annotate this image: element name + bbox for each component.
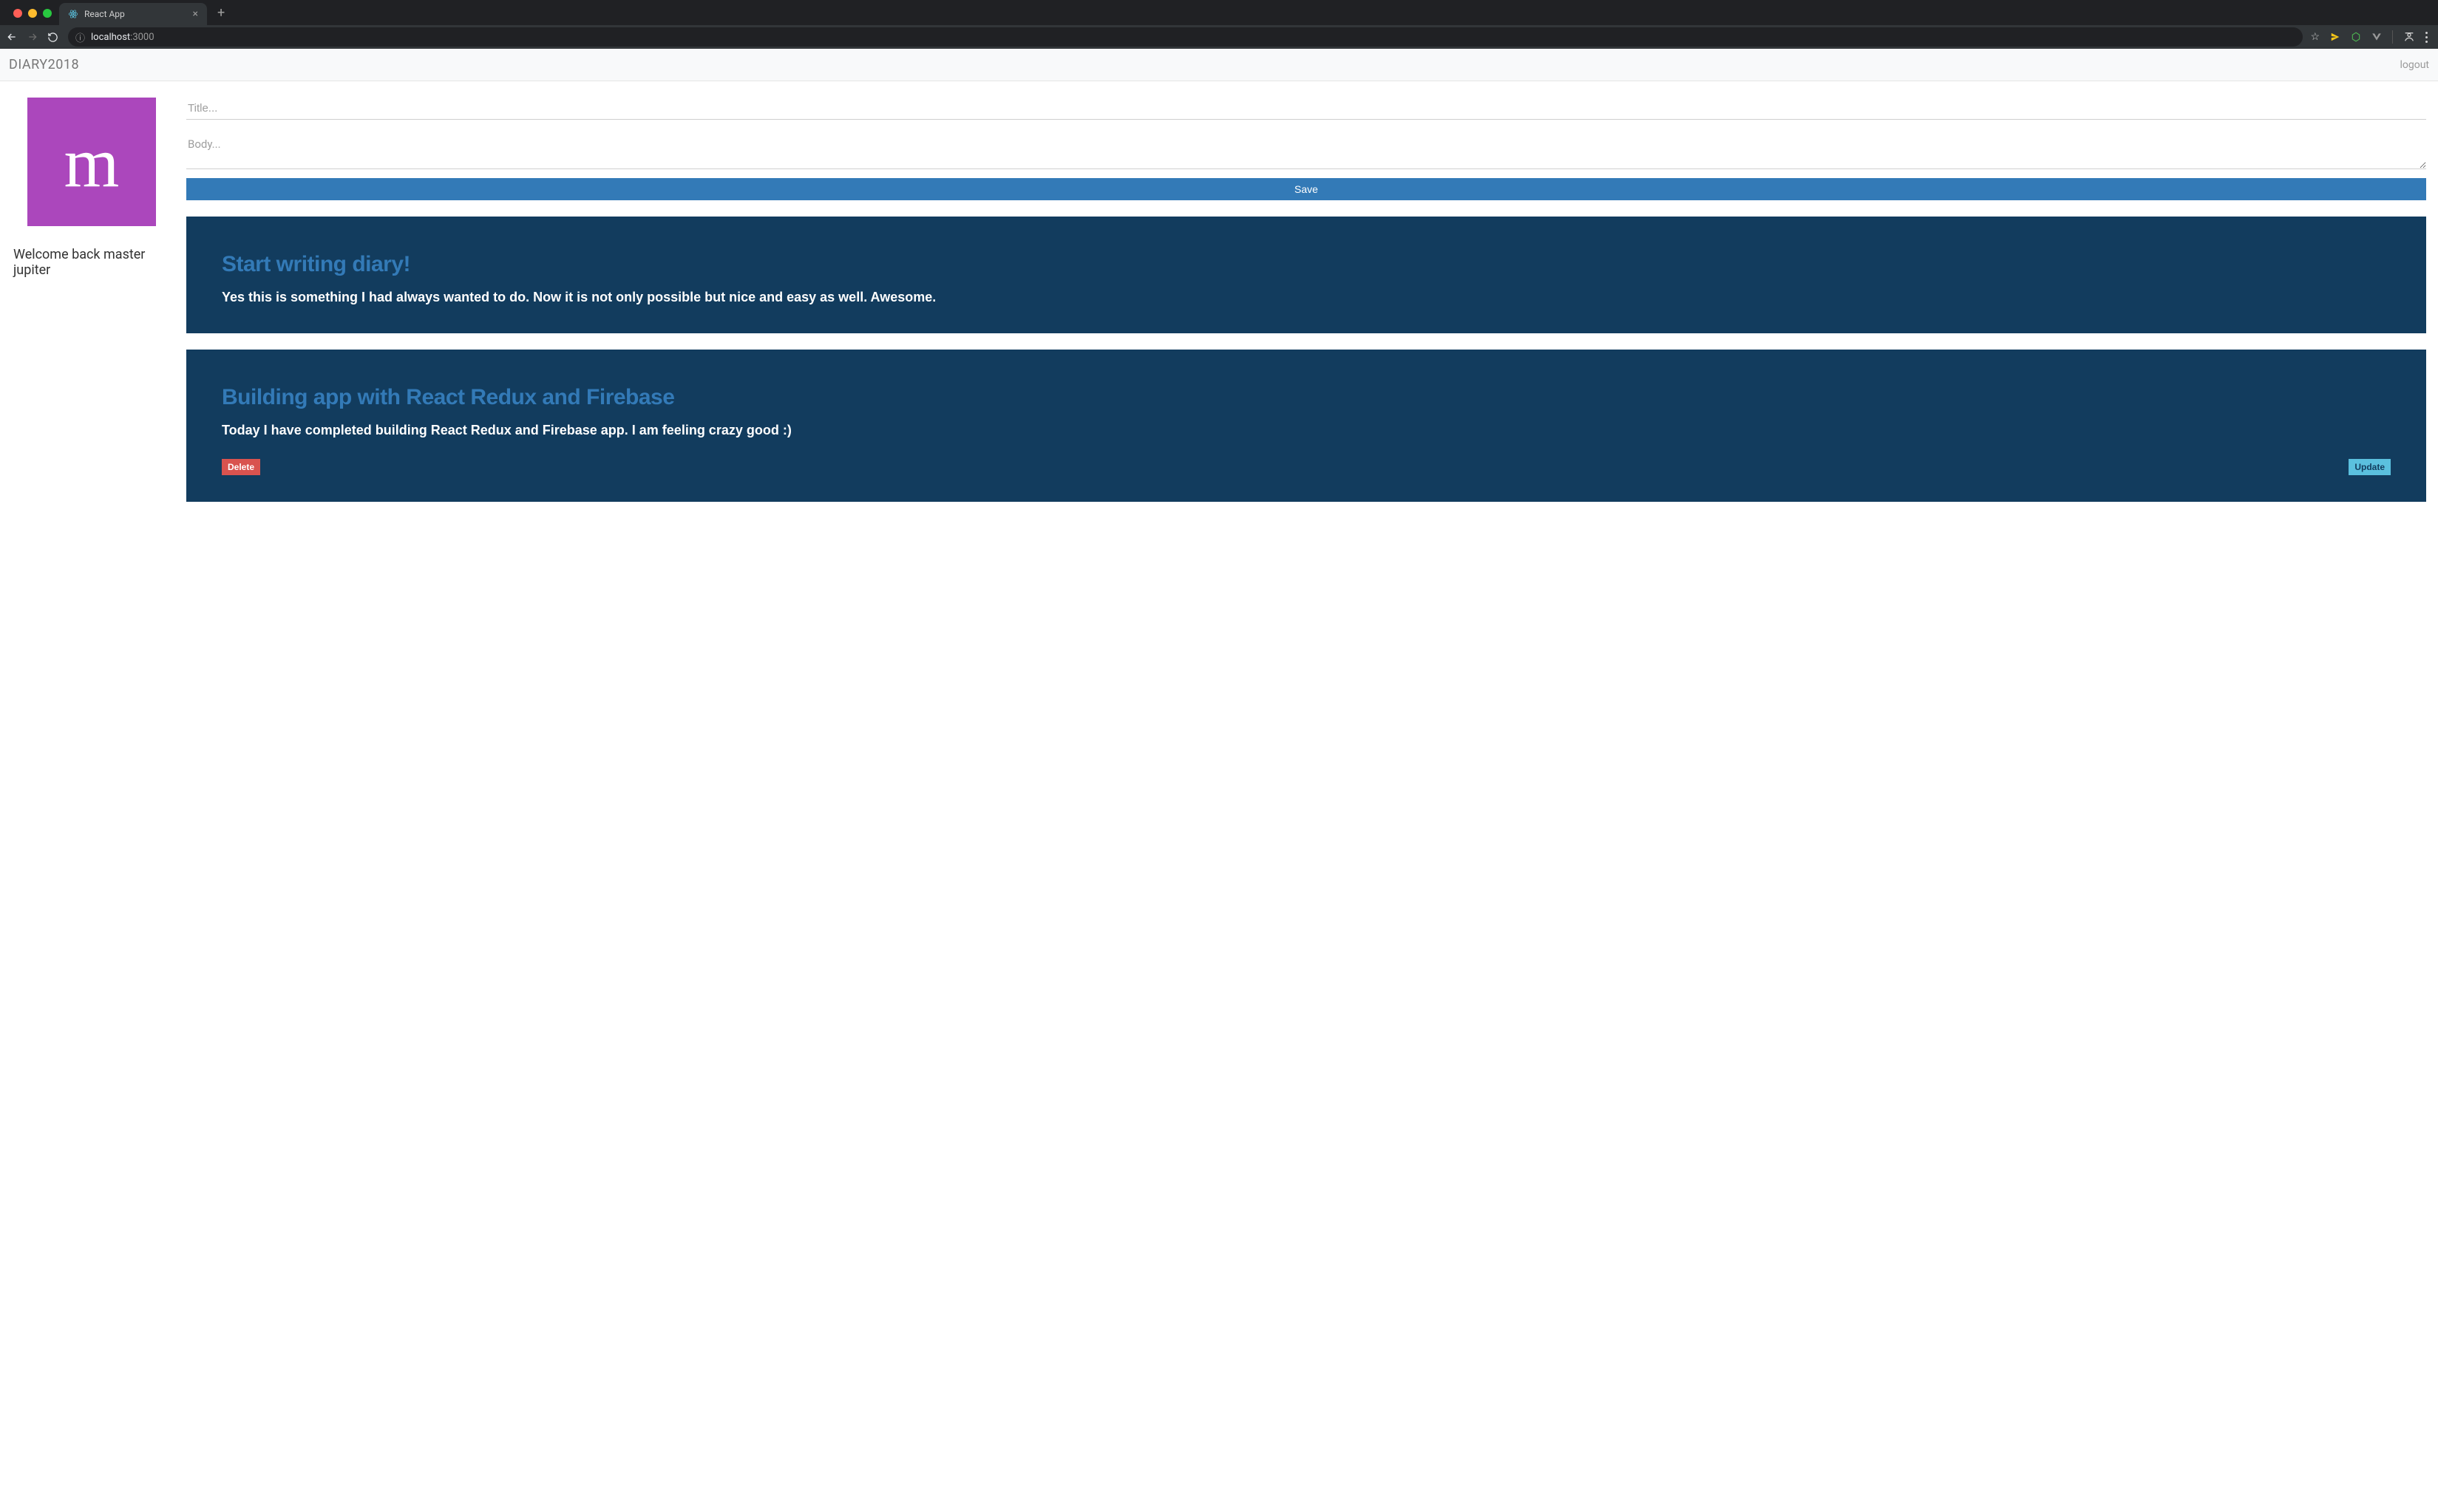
welcome-text: Welcome back master jupiter — [6, 247, 177, 278]
avatar: m — [27, 98, 156, 226]
tab-strip: React App × + — [0, 0, 2438, 25]
delete-button[interactable]: Delete — [222, 459, 260, 475]
maximize-window-button[interactable] — [43, 9, 52, 18]
bookmark-star-icon[interactable]: ☆ — [2310, 31, 2320, 43]
browser-chrome: React App × + ⓘ localhost:3000 ☆ — [0, 0, 2438, 49]
url-port: :3000 — [130, 32, 154, 43]
extension-hex-icon[interactable] — [2351, 32, 2361, 42]
site-info-icon[interactable]: ⓘ — [75, 30, 85, 44]
toolbar-actions: ☆ — [2310, 30, 2432, 44]
diary-entry: Building app with React Redux and Fireba… — [186, 350, 2426, 502]
diary-entry: Start writing diary! Yes this is somethi… — [186, 217, 2426, 333]
tab-title: React App — [84, 9, 187, 19]
url-host: localhost — [91, 32, 130, 43]
toolbar-separator — [2392, 30, 2393, 44]
entry-title: Building app with React Redux and Fireba… — [222, 385, 2391, 410]
brand[interactable]: DIARY2018 — [9, 57, 79, 72]
entry-actions: Delete Update — [222, 459, 2391, 475]
close-tab-icon[interactable]: × — [193, 8, 198, 20]
logout-link[interactable]: logout — [2400, 59, 2429, 71]
entry-body: Today I have completed building React Re… — [222, 420, 2391, 440]
profile-icon[interactable] — [2403, 31, 2415, 43]
react-favicon-icon — [68, 9, 78, 19]
app-navbar: DIARY2018 logout — [0, 49, 2438, 81]
title-input[interactable] — [186, 98, 2426, 120]
body-input[interactable] — [186, 133, 2426, 169]
extension-v-icon[interactable] — [2371, 32, 2382, 42]
update-button[interactable]: Update — [2349, 459, 2391, 475]
forward-button[interactable] — [27, 31, 40, 43]
browser-tab[interactable]: React App × — [59, 3, 207, 25]
reload-button[interactable] — [47, 32, 61, 43]
save-button[interactable]: Save — [186, 178, 2426, 200]
browser-menu-icon[interactable] — [2425, 32, 2428, 43]
entry-title: Start writing diary! — [222, 252, 2391, 277]
browser-toolbar: ⓘ localhost:3000 ☆ — [0, 25, 2438, 49]
content-column: Save Start writing diary! Yes this is so… — [186, 98, 2432, 502]
sidebar: m Welcome back master jupiter — [6, 98, 177, 502]
window-controls — [6, 9, 59, 25]
new-tab-button[interactable]: + — [207, 5, 231, 25]
extension-icon[interactable] — [2330, 32, 2340, 42]
back-button[interactable] — [6, 31, 19, 43]
minimize-window-button[interactable] — [28, 9, 37, 18]
entry-body: Yes this is something I had always wante… — [222, 287, 2391, 307]
main-layout: m Welcome back master jupiter Save Start… — [0, 81, 2438, 508]
close-window-button[interactable] — [13, 9, 22, 18]
address-bar[interactable]: ⓘ localhost:3000 — [68, 27, 2303, 47]
entries-list: Start writing diary! Yes this is somethi… — [186, 217, 2426, 502]
